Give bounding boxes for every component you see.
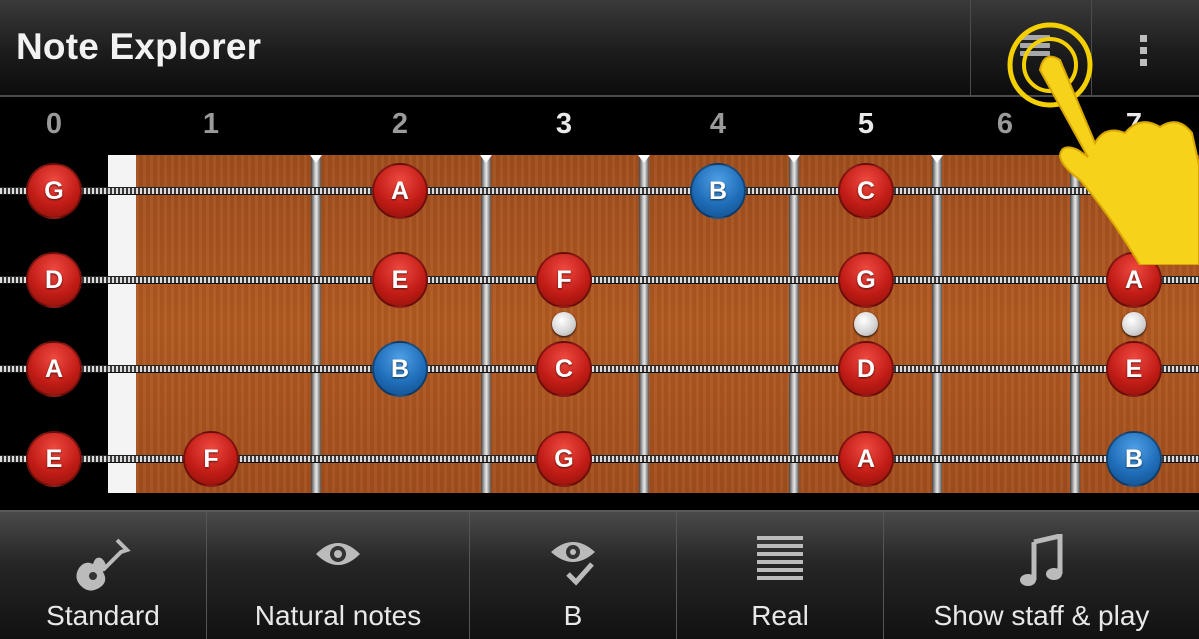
highlight-note-label: B — [563, 600, 583, 631]
nut — [108, 155, 136, 493]
string-g — [0, 187, 1199, 195]
show-staff-play-label: Show staff & play — [933, 600, 1150, 631]
note-marker[interactable]: C — [838, 163, 894, 219]
string-e — [0, 455, 1199, 463]
string-d — [0, 276, 1199, 284]
note-marker[interactable]: C — [536, 341, 592, 397]
app-title: Note Explorer — [16, 26, 262, 67]
note-marker[interactable]: F — [536, 252, 592, 308]
highlight-note-button[interactable]: B — [470, 512, 677, 639]
fretboard — [108, 155, 1199, 493]
note-marker[interactable]: E — [26, 431, 82, 487]
show-staff-play-button[interactable]: Show staff & play — [884, 512, 1199, 639]
string-a — [0, 365, 1199, 373]
action-bar: Note Explorer — [0, 0, 1199, 97]
note-marker[interactable]: G — [536, 431, 592, 487]
note-marker[interactable]: A — [26, 341, 82, 397]
note-marker[interactable]: E — [1106, 341, 1162, 397]
note-marker[interactable]: F — [183, 431, 239, 487]
view-mode-button[interactable]: Real — [677, 512, 884, 639]
note-marker[interactable]: B — [372, 341, 428, 397]
overflow-menu-icon — [1140, 35, 1148, 71]
tuning-label: Standard — [46, 600, 160, 631]
fret-number-0: 0 — [45, 108, 63, 140]
lines-icon — [757, 536, 803, 580]
note-marker[interactable]: D — [26, 252, 82, 308]
note-marker[interactable]: B — [690, 163, 746, 219]
fret-wire — [789, 155, 799, 493]
fret-wire — [311, 155, 321, 493]
fret-number-1: 1 — [202, 108, 220, 140]
natural-notes-label: Natural notes — [254, 600, 422, 631]
guitar-icon — [76, 538, 131, 591]
note-marker[interactable]: A — [1106, 252, 1162, 308]
fret-inlay — [552, 312, 576, 336]
note-marker[interactable]: E — [372, 252, 428, 308]
eye-icon — [316, 543, 360, 565]
fret-number-4: 4 — [709, 108, 727, 140]
view-mode-label: Real — [751, 600, 809, 631]
note-marker[interactable]: G — [26, 163, 82, 219]
fret-number-2: 2 — [391, 108, 409, 140]
fret-wire — [1070, 155, 1080, 493]
fret-number-7: 7 — [1125, 108, 1143, 140]
tuning-button[interactable]: Standard — [0, 512, 207, 639]
fret-wire — [639, 155, 649, 493]
fret-inlay — [1122, 312, 1146, 336]
list-icon — [1020, 35, 1050, 63]
fret-inlay — [854, 312, 878, 336]
eye-check-icon — [551, 542, 595, 586]
fret-wire — [932, 155, 942, 493]
note-marker[interactable]: G — [838, 252, 894, 308]
note-marker[interactable]: D — [838, 341, 894, 397]
note-marker[interactable]: A — [372, 163, 428, 219]
fret-wire — [481, 155, 491, 493]
note-marker[interactable]: B — [1106, 431, 1162, 487]
music-note-icon — [1019, 534, 1062, 586]
note-marker[interactable]: A — [838, 431, 894, 487]
fret-number-3: 3 — [555, 108, 573, 140]
natural-notes-button[interactable]: Natural notes — [207, 512, 470, 639]
fret-number-5: 5 — [857, 108, 875, 140]
fret-number-6: 6 — [996, 108, 1014, 140]
